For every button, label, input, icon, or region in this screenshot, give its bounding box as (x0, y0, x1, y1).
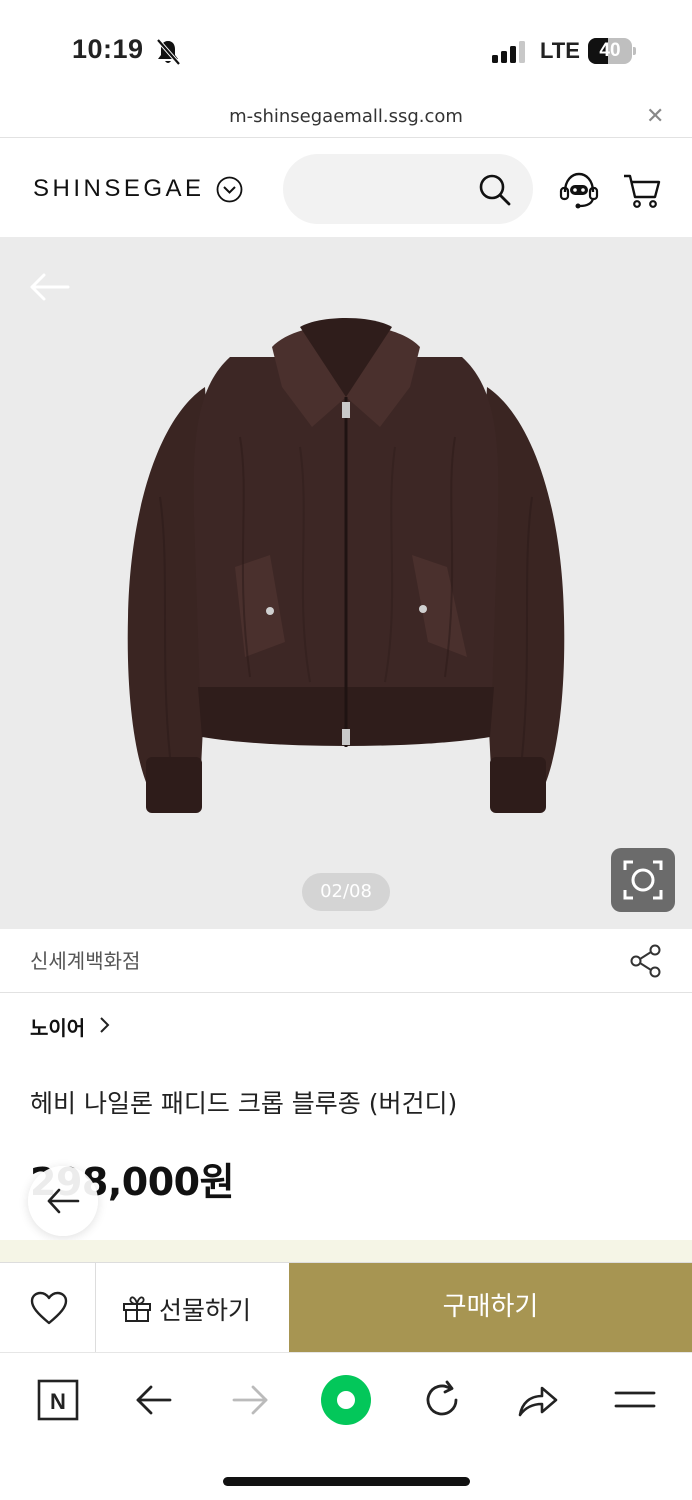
brand-link[interactable]: 노이어 (30, 1012, 85, 1041)
browser-nav-bar: N (0, 1352, 692, 1500)
menu-button[interactable] (606, 1375, 662, 1425)
gift-button[interactable]: 선물하기 (96, 1263, 289, 1352)
home-indicator (223, 1477, 470, 1486)
nav-forward-button[interactable] (222, 1375, 278, 1425)
share-icon[interactable] (628, 943, 664, 979)
shinsegae-logo[interactable]: SHINSEGAE (33, 175, 205, 203)
share-arrow-icon (518, 1386, 558, 1417)
naver-green-dot-button[interactable] (318, 1375, 374, 1425)
url-text: m-shinsegaemall.ssg.com (229, 106, 463, 127)
lens-search-button[interactable] (611, 848, 675, 912)
image-search-icon (623, 860, 663, 900)
battery-icon: 40 (588, 38, 636, 64)
green-dot-icon (321, 1375, 371, 1425)
share-nav-button[interactable] (510, 1375, 566, 1425)
status-time: 10:19 (72, 34, 144, 64)
product-image (127, 318, 565, 813)
back-arrow-icon[interactable] (28, 271, 70, 303)
status-bar: 10:19 LTE 40 (0, 0, 692, 100)
svg-text:N: N (50, 1389, 66, 1414)
forward-arrow-icon (232, 1385, 268, 1415)
close-icon[interactable]: ✕ (646, 106, 664, 128)
wishlist-button[interactable] (0, 1263, 96, 1352)
cart-icon[interactable] (622, 171, 662, 209)
purchase-bar: 선물하기 구매하기 (0, 1262, 692, 1352)
image-counter: 02/08 (302, 873, 390, 911)
back-arrow-icon (47, 1188, 80, 1214)
search-icon[interactable] (478, 173, 512, 207)
customer-service-icon[interactable] (558, 170, 600, 210)
seller-name: 신세계백화점 (30, 949, 141, 973)
naver-home-button[interactable]: N (30, 1375, 86, 1425)
back-arrow-icon (136, 1385, 172, 1415)
gift-icon (123, 1296, 151, 1322)
floating-back-button[interactable] (28, 1166, 98, 1236)
buy-button[interactable]: 구매하기 (289, 1263, 692, 1352)
network-type: LTE (540, 38, 580, 63)
reload-button[interactable] (414, 1375, 470, 1425)
gift-label: 선물하기 (159, 1296, 252, 1325)
naver-n-icon: N (37, 1379, 79, 1421)
signal-icon (492, 41, 525, 63)
product-title: 헤비 나일론 패디드 크롭 블루종 (버건디) (30, 1089, 458, 1118)
bell-muted-icon (156, 38, 181, 66)
browser-url-bar[interactable]: m-shinsegaemall.ssg.com ✕ (0, 100, 692, 138)
heart-icon (30, 1291, 68, 1325)
nav-back-button[interactable] (126, 1375, 182, 1425)
reload-icon (426, 1380, 458, 1416)
chevron-right-icon[interactable] (97, 1016, 111, 1034)
product-image-gallery[interactable]: 02/08 (0, 237, 692, 929)
battery-level: 40 (599, 40, 621, 61)
chevron-down-icon[interactable] (216, 176, 243, 203)
seller-row: 신세계백화점 (0, 929, 692, 993)
promo-strip (0, 1240, 692, 1262)
hamburger-menu-icon (614, 1391, 656, 1408)
site-header: SHINSEGAE (0, 139, 692, 237)
